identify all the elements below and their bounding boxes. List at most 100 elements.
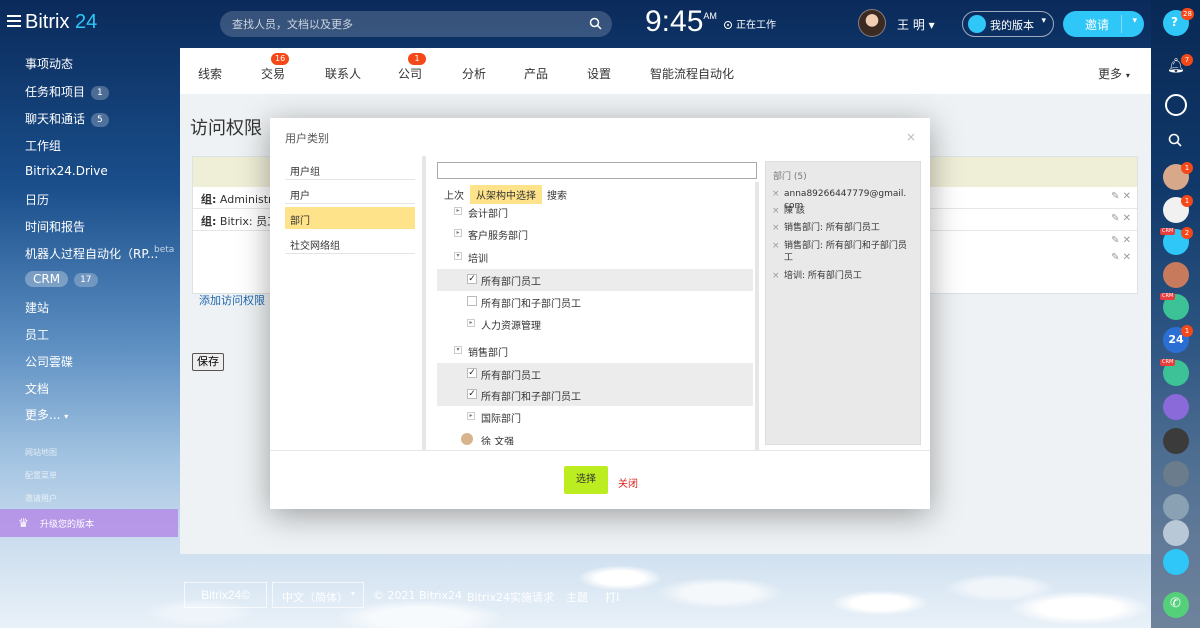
edit-delete-icons[interactable]: ✎ ✕: [1111, 191, 1131, 202]
menu-item-sites[interactable]: 建站: [25, 299, 49, 316]
app-logo[interactable]: Bitrix 24: [25, 11, 97, 34]
checkbox-checked[interactable]: ✓: [467, 368, 477, 378]
checkbox-checked[interactable]: ✓: [467, 389, 477, 399]
tab-products[interactable]: 产品: [524, 65, 548, 82]
user-name[interactable]: 王 明 ▾: [897, 16, 935, 33]
invite-users-link[interactable]: 邀请用户: [25, 493, 57, 504]
menu-item-time[interactable]: 时间和报告: [25, 218, 85, 235]
tab-analytics[interactable]: 分析: [462, 65, 486, 82]
menu-item-company-drive[interactable]: 公司雲碟: [25, 353, 73, 370]
menu-item-feed[interactable]: 事项动态: [25, 55, 73, 72]
scrollbar[interactable]: [755, 182, 759, 450]
checkbox-checked[interactable]: ✓: [467, 274, 477, 284]
tree-item[interactable]: 所有部门和子部门员工: [437, 291, 753, 313]
tree-item[interactable]: ▸ 国际部门: [437, 406, 753, 428]
tab-leads[interactable]: 线索: [198, 65, 222, 82]
tab-automation[interactable]: 智能流程自动化: [650, 65, 734, 82]
expand-icon[interactable]: ▸: [467, 412, 475, 420]
menu-item-workgroups[interactable]: 工作组: [25, 137, 61, 154]
menu-item-more[interactable]: 更多... ▾: [25, 406, 68, 423]
menu-item-drive[interactable]: Bitrix24.Drive: [25, 164, 108, 178]
search-box[interactable]: [220, 11, 612, 37]
edit-delete-icons[interactable]: ✎ ✕: [1111, 252, 1131, 263]
phone-icon[interactable]: ✆: [1163, 592, 1189, 618]
remove-icon[interactable]: ×: [772, 240, 780, 252]
user-avatar[interactable]: [858, 9, 886, 37]
category-social-groups[interactable]: 社交网络组: [285, 232, 415, 254]
tree-item[interactable]: ✓ 所有部门员工: [437, 269, 753, 291]
remove-icon[interactable]: ×: [772, 205, 780, 217]
upgrade-button[interactable]: ♛ 升级您的版本: [0, 509, 178, 537]
remove-icon[interactable]: ×: [772, 270, 780, 282]
tree-item[interactable]: ▾ 销售部门: [437, 340, 753, 362]
edit-delete-icons[interactable]: ✎ ✕: [1111, 235, 1131, 246]
add-permission-link[interactable]: 添加访问权限: [199, 292, 265, 308]
menu-item-chat[interactable]: 聊天和通话 5: [25, 110, 109, 127]
theme-link[interactable]: 主题: [566, 589, 588, 605]
expand-icon[interactable]: ▸: [454, 207, 462, 215]
checkbox[interactable]: [467, 296, 477, 306]
avatar[interactable]: [1163, 461, 1189, 487]
select-button[interactable]: 选择: [564, 466, 608, 494]
tree-search-input[interactable]: [437, 162, 757, 179]
tree-item[interactable]: ✓ 所有部门员工: [437, 363, 753, 385]
chat-icon[interactable]: [1165, 94, 1187, 116]
avatar[interactable]: [1163, 520, 1189, 546]
avatar-badge: 1: [1181, 325, 1193, 337]
save-button[interactable]: 保存: [192, 353, 224, 371]
expand-icon[interactable]: ▸: [454, 229, 462, 237]
work-status[interactable]: 正在工作: [724, 16, 776, 31]
avatar[interactable]: [1163, 494, 1189, 520]
menu-icon[interactable]: [7, 15, 21, 27]
invite-button[interactable]: 邀请 ▾: [1063, 11, 1144, 37]
menu-item-calendar[interactable]: 日历: [25, 191, 49, 208]
tree-item[interactable]: ▸ 人力资源管理: [437, 313, 753, 335]
menu-item-rpa[interactable]: 机器人过程自动化（RP...: [25, 245, 158, 262]
chevron-down-icon[interactable]: ▾: [1132, 16, 1137, 26]
tab-deals[interactable]: 交易 16: [261, 53, 290, 82]
footer-logo[interactable]: Bitrix24©: [184, 582, 267, 608]
search-icon[interactable]: [1168, 133, 1182, 147]
lock-icon[interactable]: [1163, 394, 1189, 420]
expand-icon[interactable]: ▸: [467, 319, 475, 327]
language-select[interactable]: 中文（简体） ▾: [272, 582, 364, 608]
tab-recent[interactable]: 上次: [444, 187, 464, 202]
tree-item[interactable]: ▸ 客户服务部门: [437, 223, 753, 245]
search-input[interactable]: [232, 15, 572, 33]
lock-icon[interactable]: [1163, 262, 1189, 288]
close-link[interactable]: 关闭: [618, 475, 638, 490]
clock[interactable]: 9:45AM: [645, 5, 717, 39]
collapse-icon[interactable]: ▾: [454, 252, 462, 260]
tab-companies[interactable]: 公司 1: [398, 53, 426, 82]
tree-item[interactable]: ▸ 会计部门: [437, 201, 753, 223]
category-user-groups[interactable]: 用户组: [285, 158, 415, 180]
tree-item[interactable]: ✓ 所有部门和子部门员工: [437, 384, 753, 406]
print-link[interactable]: 打印: [605, 589, 619, 605]
avatar-badge: 1: [1181, 162, 1193, 174]
tab-contacts[interactable]: 联系人: [325, 65, 361, 82]
tab-more[interactable]: 更多 ▾: [1098, 65, 1130, 82]
edit-delete-icons[interactable]: ✎ ✕: [1111, 213, 1131, 224]
implementation-request-link[interactable]: Bitrix24实施请求: [467, 589, 554, 605]
avatar[interactable]: [1163, 428, 1189, 454]
configure-menu-link[interactable]: 配置菜单: [25, 470, 57, 481]
search-icon[interactable]: [589, 17, 602, 30]
remove-icon[interactable]: ×: [772, 222, 780, 234]
menu-item-tasks[interactable]: 任务和项目 1: [25, 83, 109, 100]
sitemap-link[interactable]: 网站地图: [25, 447, 57, 458]
tab-search[interactable]: 搜索: [547, 187, 567, 202]
tab-settings[interactable]: 设置: [587, 65, 611, 82]
category-users[interactable]: 用户: [285, 182, 415, 204]
menu-item-docs[interactable]: 文档: [25, 380, 49, 397]
add-chat-icon[interactable]: [1163, 549, 1189, 575]
close-icon[interactable]: ×: [906, 130, 916, 144]
remove-icon[interactable]: ×: [772, 188, 780, 200]
category-departments[interactable]: 部门: [285, 207, 415, 229]
tree-item[interactable]: ▾ 培训: [437, 246, 753, 268]
menu-item-employees[interactable]: 员工: [25, 326, 49, 343]
menu-item-crm[interactable]: CRM 17: [25, 271, 98, 287]
tree-item[interactable]: 徐 文强: [437, 429, 753, 445]
chevron-down-icon: ▾: [1041, 16, 1046, 26]
my-plan-button[interactable]: 我的版本 ▾: [962, 11, 1054, 37]
collapse-icon[interactable]: ▾: [454, 346, 462, 354]
